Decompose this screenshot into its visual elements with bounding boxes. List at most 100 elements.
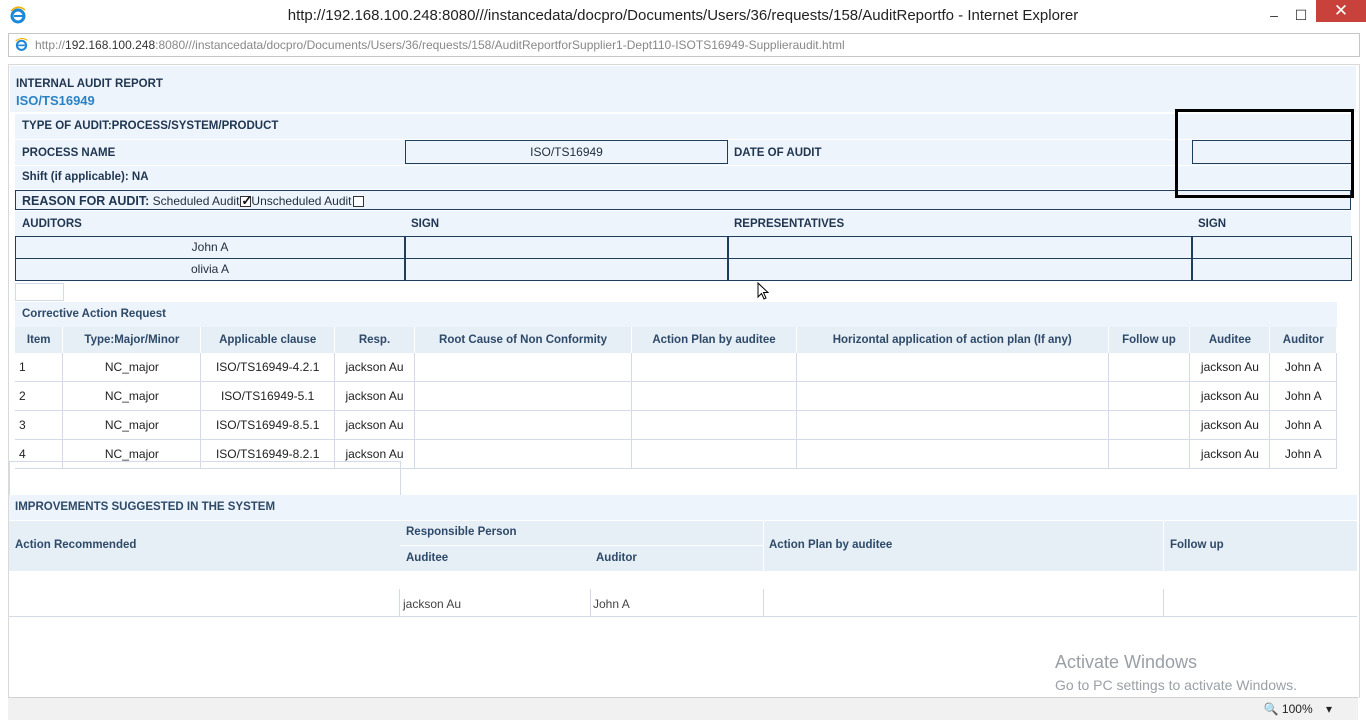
url-host: 192.168.100.248 — [65, 38, 156, 52]
representative-name — [728, 258, 1192, 281]
window-title: http://192.168.100.248:8080///instanceda… — [287, 7, 1079, 24]
col-auditor: Auditor — [1269, 327, 1337, 353]
reason-row: REASON FOR AUDIT: Scheduled Audit Unsched… — [15, 190, 1351, 210]
cell-horizontal — [796, 353, 1109, 382]
type-of-audit-row: TYPE OF AUDIT:PROCESS/SYSTEM/PRODUCT — [15, 114, 1351, 139]
chevron-down-icon[interactable]: ▾ — [1326, 702, 1332, 716]
cell-action-plan — [631, 410, 797, 440]
divider — [763, 589, 764, 616]
unscheduled-audit-checkbox[interactable] — [352, 196, 364, 208]
car-table: Item Type:Major/Minor Applicable clause … — [15, 327, 1337, 469]
sign-label: SIGN — [411, 218, 440, 230]
report-header: INTERNAL AUDIT REPORT ISO/TS16949 — [10, 66, 1356, 112]
car-title: Corrective Action Request — [22, 308, 166, 320]
cell-follow-up — [1108, 410, 1191, 440]
type-of-audit-label: TYPE OF AUDIT:PROCESS/SYSTEM/PRODUCT — [22, 120, 279, 132]
follow-up-label: Follow up — [1170, 539, 1224, 551]
blank-box — [9, 461, 401, 496]
auditor-name: olivia A — [15, 258, 405, 281]
cell-action-plan — [631, 439, 797, 469]
col-type: Type:Major/Minor — [62, 327, 202, 353]
date-of-audit-label: DATE OF AUDIT — [734, 147, 822, 159]
cell-resp: jackson Au — [334, 410, 416, 440]
cell-horizontal — [796, 410, 1109, 440]
process-name-value: ISO/TS16949 — [405, 140, 728, 164]
col-resp: Resp. — [334, 327, 416, 353]
col-follow-up: Follow up — [1108, 327, 1191, 353]
col-auditee: Auditee — [1189, 327, 1271, 353]
cell-auditee: jackson Au — [1189, 410, 1271, 440]
cell-action-plan — [631, 381, 797, 411]
responsible-person-label: Responsible Person — [406, 526, 517, 538]
cell-auditor: John A — [1269, 381, 1337, 411]
table-row: 1 NC_major ISO/TS16949-4.2.1 jackson Au … — [15, 353, 1337, 382]
cell-clause: ISO/TS16949-5.1 — [200, 381, 335, 411]
cell-clause: ISO/TS16949-4.2.1 — [200, 353, 335, 382]
cell-horizontal — [796, 439, 1109, 469]
action-recommended-label: Action Recommended — [15, 539, 137, 551]
zoom-control[interactable]: 🔍 100% ▾ — [1264, 702, 1332, 716]
spacer-box — [15, 283, 64, 301]
shift-row: Shift (if applicable): NA — [15, 166, 1351, 189]
cell-auditee: jackson Au — [1189, 439, 1271, 469]
cell-resp: jackson Au — [334, 381, 416, 411]
scheduled-audit-checkbox[interactable] — [240, 193, 252, 209]
url-prefix: http:// — [35, 38, 66, 52]
car-header-row: Item Type:Major/Minor Applicable clause … — [15, 327, 1337, 353]
improvements-header: Action Recommended Responsible Person Au… — [9, 521, 1357, 571]
reason-line: REASON FOR AUDIT: Scheduled Audit Unsched… — [22, 193, 364, 209]
minimize-button[interactable]: – — [1259, 4, 1289, 26]
cell-clause: ISO/TS16949-8.5.1 — [200, 410, 335, 440]
address-bar[interactable]: http://192.168.100.248:8080///instanceda… — [8, 33, 1360, 57]
col-action-plan: Action Plan by auditee — [631, 327, 797, 353]
improvement-row: jackson Au John A — [9, 589, 1357, 617]
cell-follow-up — [1108, 439, 1191, 469]
activate-windows-subtitle: Go to PC settings to activate Windows. — [1055, 677, 1297, 693]
scheduled-audit-label: Scheduled Audit — [152, 194, 240, 208]
report-title: INTERNAL AUDIT REPORT — [16, 78, 163, 90]
url-path: :8080///instancedata/docpro/Documents/Us… — [155, 38, 845, 52]
cell-auditor: John A — [1269, 353, 1337, 382]
representative-sign — [1192, 258, 1352, 281]
page-content: INTERNAL AUDIT REPORT ISO/TS16949 TYPE O… — [8, 64, 1360, 698]
mouse-cursor-icon — [757, 282, 769, 300]
representatives-label: REPRESENTATIVES — [734, 218, 845, 230]
cell-resp: jackson Au — [334, 353, 416, 382]
auditors-header-row: AUDITORS SIGN REPRESENTATIVES SIGN — [15, 211, 1351, 236]
divider — [1163, 589, 1164, 616]
col-horizontal: Horizontal application of action plan (I… — [796, 327, 1109, 353]
representative-sign — [1192, 236, 1352, 259]
process-name-label: PROCESS NAME — [22, 147, 116, 159]
unscheduled-audit-label: Unscheduled Audit — [251, 194, 352, 208]
auditee-label: Auditee — [406, 552, 449, 564]
cell-type: NC_major — [62, 381, 202, 411]
page-icon — [15, 37, 28, 51]
cell-item: 2 — [15, 381, 64, 411]
cell-follow-up — [1108, 353, 1191, 382]
col-root-cause: Root Cause of Non Conformity — [414, 327, 633, 353]
close-button[interactable]: ✕ — [1316, 0, 1366, 22]
auditor-sign — [405, 258, 728, 281]
cell-auditee: jackson Au — [1189, 353, 1271, 382]
url-text[interactable]: http://192.168.100.248:8080///instanceda… — [35, 38, 845, 52]
auditor-name: John A — [15, 236, 405, 259]
cell-auditor: John A — [1269, 410, 1337, 440]
divider — [400, 545, 763, 546]
cell-root-cause — [414, 410, 633, 440]
improvements-title-row: IMPROVEMENTS SUGGESTED IN THE SYSTEM — [9, 495, 1357, 520]
sign2-label: SIGN — [1198, 218, 1227, 230]
representative-name — [728, 236, 1192, 259]
shift-label: Shift (if applicable): NA — [22, 171, 149, 183]
col-item: Item — [15, 327, 64, 353]
improvement-auditor: John A — [593, 597, 630, 611]
action-plan-label: Action Plan by auditee — [769, 539, 893, 551]
table-row: 3 NC_major ISO/TS16949-8.5.1 jackson Au … — [15, 410, 1337, 440]
cell-auditor: John A — [1269, 439, 1337, 469]
auditor-sign — [405, 236, 728, 259]
reason-label: REASON FOR AUDIT: — [22, 194, 150, 208]
divider — [590, 589, 591, 616]
cell-type: NC_major — [62, 410, 202, 440]
maximize-button[interactable]: ☐ — [1286, 4, 1316, 26]
zoom-icon: 🔍 — [1263, 702, 1279, 716]
divider — [399, 589, 400, 616]
